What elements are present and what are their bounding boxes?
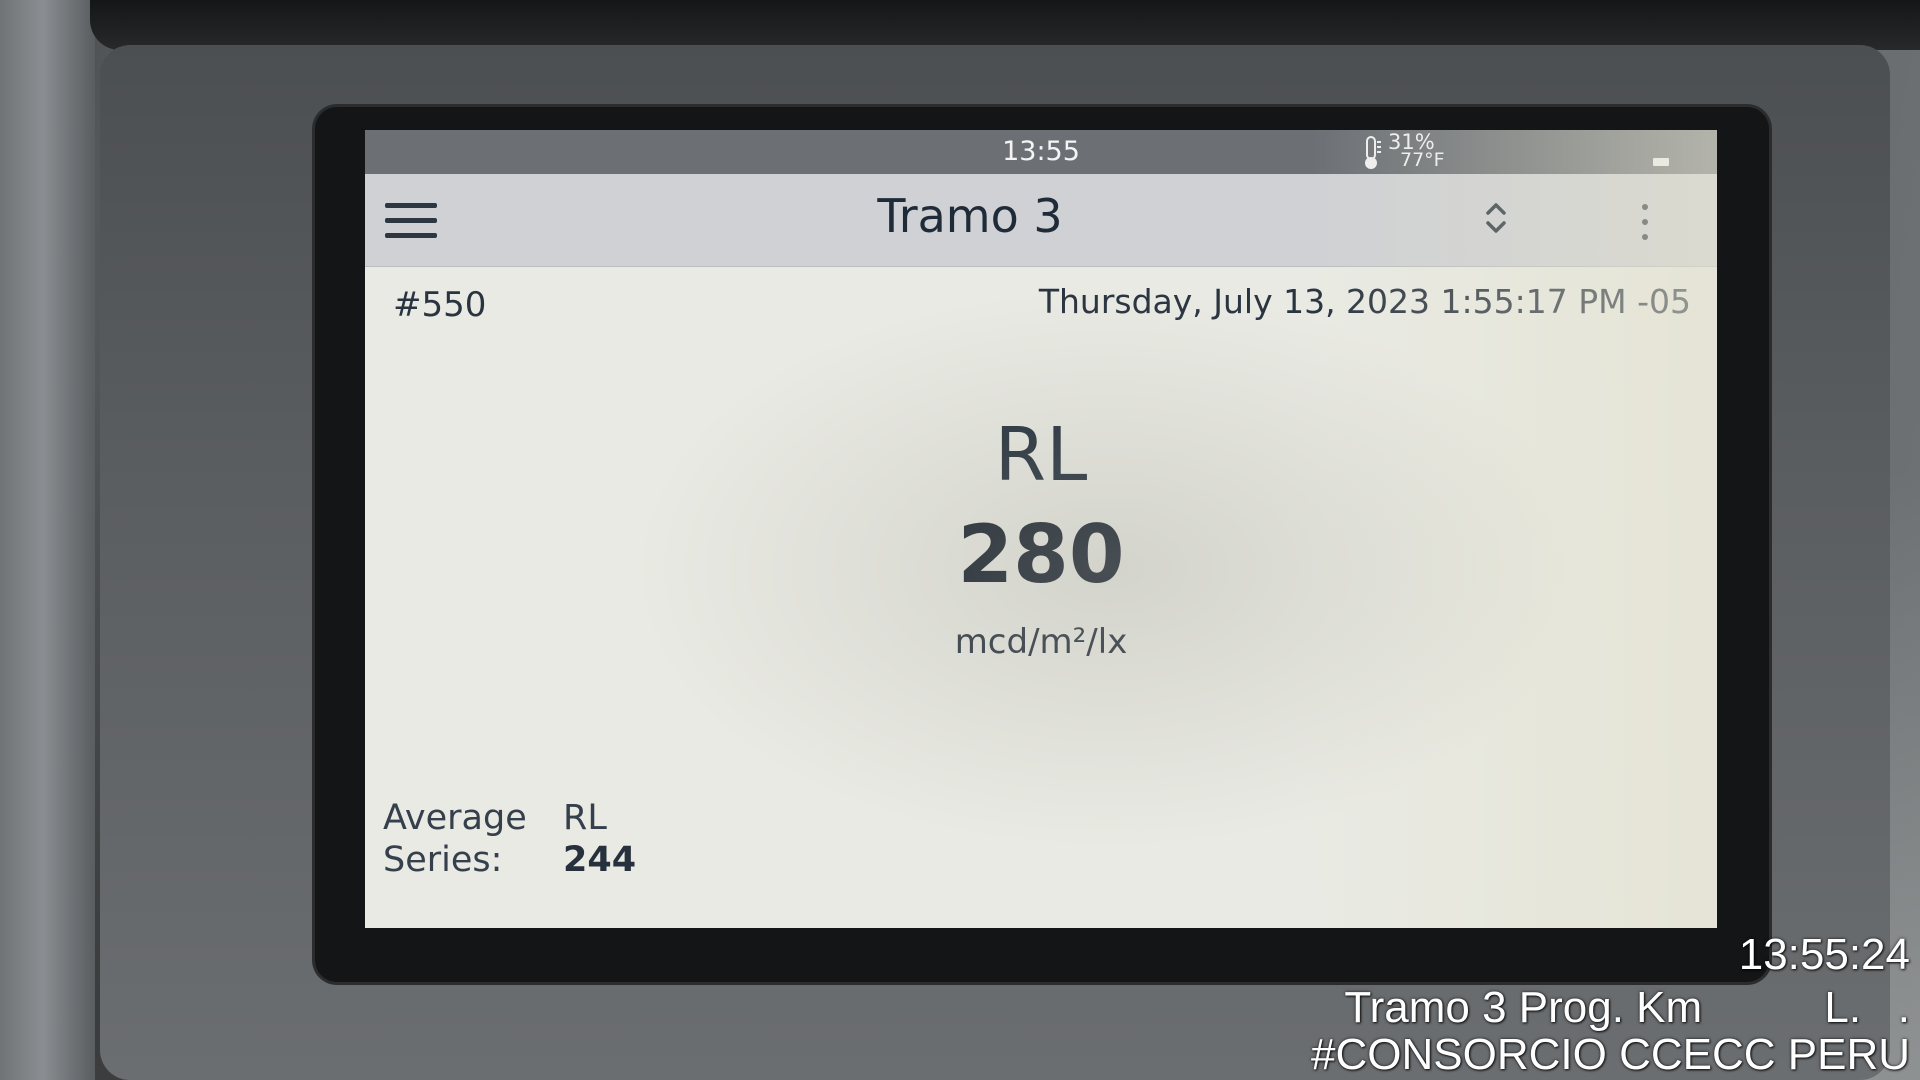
app-bar: Tramo 3 xyxy=(365,174,1717,267)
measurement-value: 280 xyxy=(957,508,1125,601)
battery-icon xyxy=(1653,158,1669,166)
photo-company-label: #CONSORCIO CCECC PERU xyxy=(1311,1030,1910,1079)
environment-readout: 31% 77°F xyxy=(1360,132,1460,172)
more-vertical-icon[interactable] xyxy=(1630,192,1660,252)
record-datetime: Thursday, July 13, 2023 1:55:17 PM -05 xyxy=(1038,282,1691,321)
title-selector[interactable]: Tramo 3 xyxy=(745,174,1195,266)
hamburger-menu-icon[interactable] xyxy=(385,192,441,248)
measurement-unit: mcd/m²/lx xyxy=(954,622,1128,662)
record-number: #550 xyxy=(393,285,487,325)
device-side-edge xyxy=(0,0,95,1080)
device-screen: 13:55 31% 77°F Tramo 3 #550 Thursday, Ju… xyxy=(365,130,1717,928)
temperature-value: 77°F xyxy=(1400,149,1445,171)
sort-up-down-icon[interactable] xyxy=(1478,196,1514,240)
photo-timestamp: 13:55:24 xyxy=(1738,930,1910,979)
page-title: Tramo 3 xyxy=(877,189,1063,243)
device-top-cap xyxy=(90,0,1920,50)
average-column-header: RL xyxy=(563,798,607,838)
status-time: 13:55 xyxy=(1002,136,1080,167)
measurement-label: RL xyxy=(994,412,1088,498)
average-label-line1: Average xyxy=(383,798,527,838)
average-label-line2: Series: xyxy=(383,840,503,880)
photo-location-label: Tramo 3 Prog. Km L. . xyxy=(1344,983,1910,1032)
status-bar: 13:55 31% 77°F xyxy=(365,130,1717,174)
average-series-summary: Average RL Series: 244 xyxy=(383,798,683,880)
thermometer-icon xyxy=(1365,136,1381,169)
average-series-value: 244 xyxy=(563,840,637,880)
measurement-display: RL 280 mcd/m²/lx xyxy=(365,410,1717,670)
